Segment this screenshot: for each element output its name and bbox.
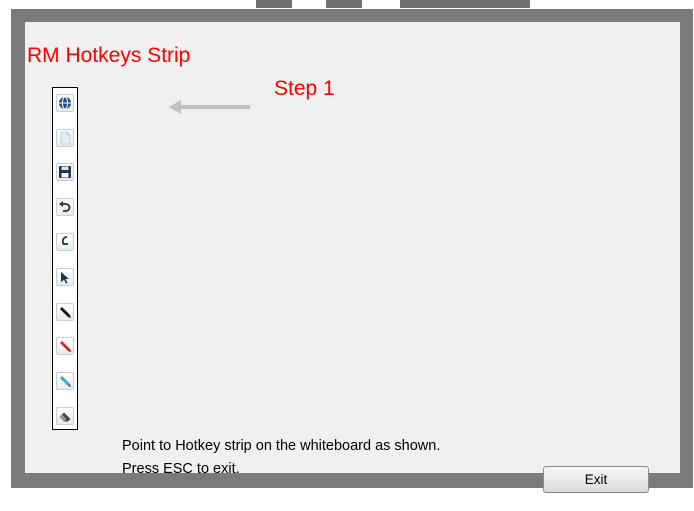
top-edge-shade — [400, 0, 530, 8]
black-pen-icon — [60, 307, 71, 318]
page-title: RM Hotkeys Strip — [27, 44, 191, 67]
hotkey-undo[interactable] — [56, 198, 74, 216]
globe-icon — [59, 96, 71, 110]
hotkey-highlighter[interactable] — [56, 372, 74, 390]
step-label: Step 1 — [274, 77, 335, 100]
instruction-line-2: Press ESC to exit. — [122, 461, 240, 477]
blank-page-icon — [60, 131, 71, 145]
top-edge-shade — [326, 0, 362, 8]
undo-icon — [59, 201, 71, 212]
dialog-panel — [25, 22, 680, 473]
redo-icon — [62, 236, 68, 245]
pointer-arrow-icon — [61, 272, 69, 284]
instruction-line-1: Point to Hotkey strip on the whiteboard … — [122, 438, 441, 454]
hotkey-new-page[interactable] — [56, 129, 74, 147]
eraser-icon — [59, 412, 71, 422]
red-pen-icon — [60, 341, 71, 352]
hotkey-select[interactable] — [56, 268, 74, 286]
hotkey-globe[interactable] — [56, 94, 74, 112]
hotkey-redo[interactable] — [56, 233, 74, 251]
exit-button[interactable]: Exit — [543, 466, 649, 493]
left-arrow-icon — [169, 100, 250, 114]
hotkey-save[interactable] — [56, 163, 74, 181]
hotkey-eraser[interactable] — [56, 407, 74, 425]
hotkey-black-pen[interactable] — [56, 303, 74, 321]
save-icon — [59, 166, 71, 178]
top-edge-shade — [256, 0, 292, 8]
hotkey-strip — [52, 87, 78, 430]
blue-highlighter-icon — [60, 376, 71, 387]
hotkey-red-pen[interactable] — [56, 337, 74, 355]
